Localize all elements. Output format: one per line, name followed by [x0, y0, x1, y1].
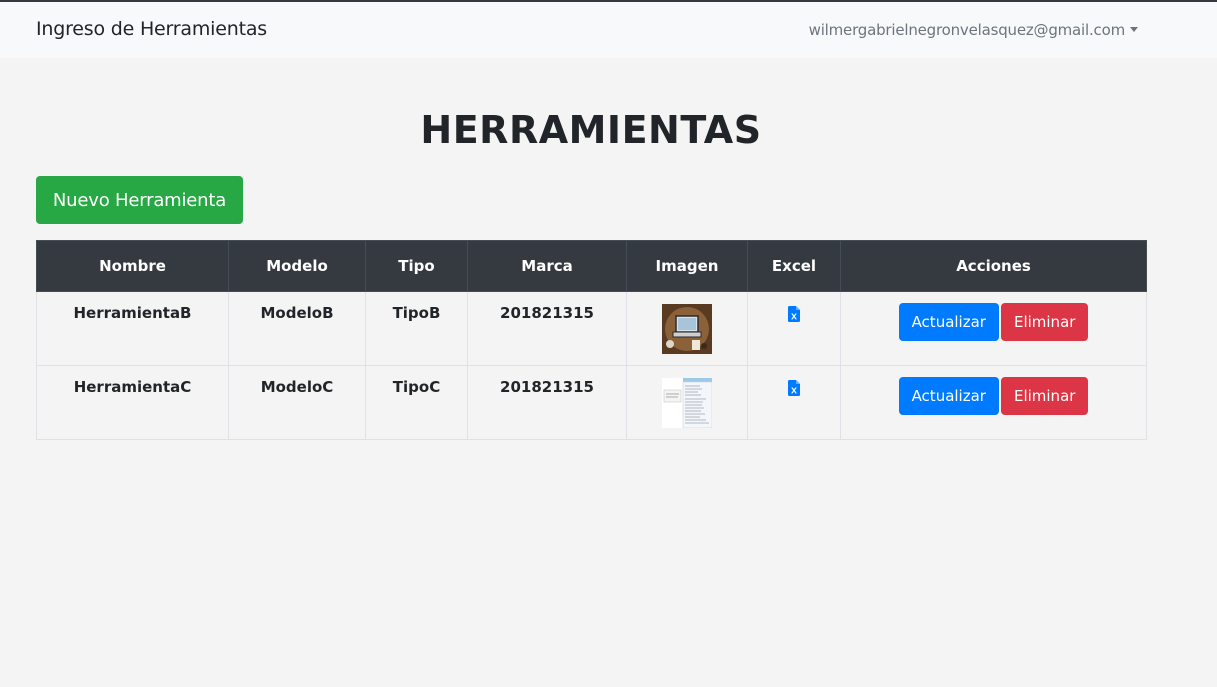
navbar: Ingreso de Herramientas wilmergabrielneg…: [0, 2, 1217, 58]
header-tipo: Tipo: [365, 240, 468, 292]
header-acciones: Acciones: [840, 240, 1147, 292]
cell-marca: 201821315: [467, 365, 627, 440]
laptop-photo-thumbnail: [662, 304, 712, 354]
cell-imagen: [626, 365, 748, 440]
user-email: wilmergabrielnegronvelasquez@gmail.com: [808, 21, 1126, 39]
cell-acciones: Actualizar Eliminar: [840, 365, 1147, 440]
table-row: HerramientaC ModeloC TipoC 201821315 Act…: [36, 365, 1147, 440]
cell-modelo: ModeloB: [228, 291, 366, 366]
delete-button[interactable]: Eliminar: [1000, 303, 1089, 341]
navbar-brand[interactable]: Ingreso de Herramientas: [36, 18, 267, 40]
cell-nombre: HerramientaC: [36, 365, 229, 440]
header-imagen: Imagen: [626, 240, 748, 292]
table-header-row: Nombre Modelo Tipo Marca Imagen Excel Ac…: [36, 240, 1147, 292]
new-tool-button[interactable]: Nuevo Herramienta: [36, 176, 243, 224]
tools-table: Nombre Modelo Tipo Marca Imagen Excel Ac…: [36, 240, 1147, 440]
user-dropdown-toggle[interactable]: wilmergabrielnegronvelasquez@gmail.com: [809, 21, 1138, 39]
cell-tipo: TipoC: [365, 365, 468, 440]
cell-excel: [747, 365, 841, 440]
update-button[interactable]: Actualizar: [898, 303, 999, 341]
cell-marca: 201821315: [467, 291, 627, 366]
document-screenshot-thumbnail: [662, 378, 712, 428]
cell-excel: [747, 291, 841, 366]
table-row: HerramientaB ModeloB TipoB 201821315 Act…: [36, 291, 1147, 366]
header-marca: Marca: [467, 240, 627, 292]
header-nombre: Nombre: [36, 240, 229, 292]
excel-file-icon[interactable]: [788, 306, 800, 322]
header-modelo: Modelo: [228, 240, 366, 292]
delete-button[interactable]: Eliminar: [1000, 377, 1089, 415]
cell-modelo: ModeloC: [228, 365, 366, 440]
chevron-down-icon: [1130, 27, 1138, 32]
cell-imagen: [626, 291, 748, 366]
cell-acciones: Actualizar Eliminar: [840, 291, 1147, 366]
excel-file-icon[interactable]: [788, 380, 800, 396]
header-excel: Excel: [747, 240, 841, 292]
page-title: HERRAMIENTAS: [420, 108, 762, 152]
update-button[interactable]: Actualizar: [898, 377, 999, 415]
cell-nombre: HerramientaB: [36, 291, 229, 366]
cell-tipo: TipoB: [365, 291, 468, 366]
